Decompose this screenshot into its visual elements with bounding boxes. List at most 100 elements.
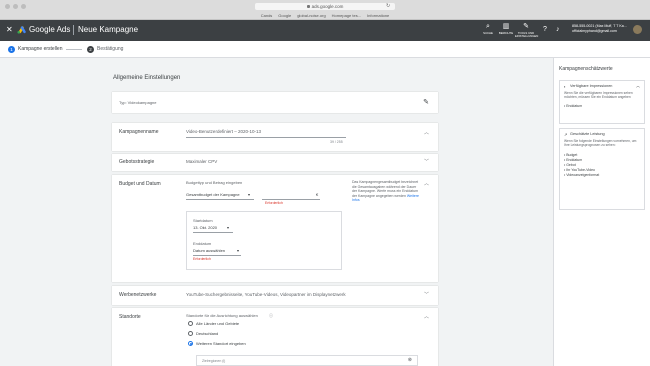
reload-icon[interactable]: ↻: [386, 3, 390, 10]
address-bar-url: ads.google.com: [311, 4, 344, 9]
start-date-dropdown-icon[interactable]: ▾: [227, 225, 229, 230]
end-date-select[interactable]: Datum auswählen: [193, 248, 225, 253]
lock-icon: [306, 5, 310, 9]
location-search-input[interactable]: Zielregionen (i): [202, 359, 225, 363]
zoom-window-dot[interactable]: [21, 4, 26, 9]
budget-type-select[interactable]: Gesamtbudget der Kampagne: [186, 192, 240, 197]
end-date-label: Enddatum: [193, 241, 212, 246]
bidding-card[interactable]: Gebotsstrategie Maximaler CPV ﹀: [112, 154, 438, 171]
impressions-bullet-text: Enddatum: [566, 103, 583, 108]
radio-germany-label[interactable]: Deutschland: [196, 331, 218, 336]
bookmark-item[interactable]: global-noise.org: [297, 12, 325, 19]
campaign-name-input[interactable]: Video-Benutzerdefiniert – 2020-10-13: [186, 129, 261, 134]
campaign-estimates-panel: Kampagnenschätzwerte ▪ Verfügbare Impres…: [553, 58, 650, 366]
budget-info-text: Das Kampagnengesamtbudget bezeichnet die…: [352, 180, 422, 203]
networks-label: Werbenetzwerke: [119, 292, 157, 298]
section-title: Allgemeine Einstellungen: [113, 75, 181, 81]
impressions-body: Wenn Sie die verfügbaren Impressionen se…: [564, 91, 642, 109]
address-bar[interactable]: ads.google.com: [255, 3, 395, 10]
search-button[interactable]: ⌕ SUCHE: [479, 23, 497, 35]
help-icon[interactable]: ?: [543, 25, 547, 34]
bidding-value: Maximaler CPV: [186, 159, 218, 164]
start-date-select[interactable]: 13. Okt. 2020: [193, 225, 217, 230]
step-2-indicator: 2: [87, 46, 94, 53]
step-2-label[interactable]: Bestätigung: [97, 46, 123, 53]
google-ads-logo: [17, 26, 26, 34]
radio-all-countries-label[interactable]: Alle Länder und Gebiete: [196, 321, 239, 326]
locations-label: Standorte: [119, 314, 141, 320]
radio-all-countries[interactable]: [188, 321, 193, 326]
date-box: Startdatum 13. Okt. 2020 ▾ Enddatum Datu…: [186, 211, 342, 270]
main-content: Allgemeine Einstellungen Typ: Videokampa…: [0, 58, 553, 366]
bookmark-item[interactable]: Google: [278, 12, 291, 19]
end-date-dropdown-icon[interactable]: ▾: [237, 248, 239, 253]
networks-value: YouTube-Suchergebnisseite, YouTube-Video…: [186, 292, 346, 297]
budget-hint: Budgettyp und Betrag eingeben: [186, 180, 243, 185]
chevron-up-icon[interactable]: ︿: [424, 180, 429, 187]
step-connector: [66, 49, 82, 50]
location-search-box[interactable]: Zielregionen (i) ⊗: [196, 355, 418, 366]
performance-bullet-text: Enddatum: [566, 157, 583, 162]
end-date-underline: [193, 255, 241, 256]
campaign-type-label: Typ: Videokampagne: [119, 100, 157, 105]
locations-card: Standorte Standorte für die Ausrichtung …: [112, 308, 438, 366]
budget-amount-input[interactable]: €: [316, 192, 318, 197]
start-date-underline: [193, 232, 233, 233]
chevron-down-icon[interactable]: ﹀: [424, 158, 429, 165]
page-title: Neue Kampagne: [78, 25, 139, 34]
performance-text: Wenn Sie folgende Einstellungen vornehme…: [564, 139, 637, 148]
header-divider: [73, 25, 74, 35]
account-email: officialmyphand@gmail.com: [572, 29, 617, 33]
bookmark-item[interactable]: Homepage tes...: [332, 12, 361, 19]
tools-button-label: TOOLS UND EINSTELLUNGEN: [515, 31, 539, 38]
clear-icon[interactable]: ⊗: [408, 357, 412, 363]
performance-bullets: • Budget • Enddatum • Gebot • Ihr YouTub…: [564, 153, 642, 178]
campaign-name-label: Kampagnenname: [119, 129, 159, 135]
account-info[interactable]: 858-555-0021 (Max Muff, T T Ka... offici…: [572, 24, 627, 34]
budget-date-card: Budget und Datum Budgettyp und Betrag ei…: [112, 175, 438, 282]
performance-title: Geschätzte Leistung: [570, 132, 605, 136]
performance-body: Wenn Sie folgende Einstellungen vornehme…: [564, 139, 642, 178]
chevron-down-icon[interactable]: ﹀: [424, 291, 429, 298]
step-1-indicator: 1: [8, 46, 15, 53]
bookmark-item[interactable]: Cands: [261, 12, 273, 19]
locations-hint: Standorte für die Ausrichtung auswählen: [186, 313, 258, 318]
minimize-window-dot[interactable]: [13, 4, 18, 9]
app-header: ✕ Google Ads Neue Kampagne ⌕ SUCHE ▥ BER…: [0, 20, 650, 41]
edit-pencil-icon[interactable]: ✎: [423, 98, 429, 106]
notification-bell-icon[interactable]: ♪: [556, 25, 560, 34]
performance-bullet-text: Ihr YouTube-Video: [566, 167, 596, 172]
radio-other-location[interactable]: [188, 341, 193, 346]
avatar[interactable]: [633, 25, 642, 34]
step-1-label[interactable]: Kampagne erstellen: [18, 46, 62, 53]
bookmark-item[interactable]: Informatione: [367, 12, 389, 19]
end-date-error: Erforderlich: [193, 257, 211, 261]
reports-button[interactable]: ▥ BERICHTE: [497, 23, 515, 35]
report-icon: ▥: [502, 23, 510, 30]
info-icon[interactable]: ⓘ: [269, 313, 273, 319]
chevron-up-icon[interactable]: ︿: [424, 313, 429, 320]
campaign-name-counter: 39 / 255: [330, 140, 343, 144]
window-controls: [5, 4, 26, 9]
campaign-type-card[interactable]: Typ: Videokampagne ✎: [112, 92, 438, 113]
tools-button[interactable]: ✎ TOOLS UND EINSTELLUNGEN: [515, 23, 539, 38]
chevron-up-icon[interactable]: ︿: [424, 129, 429, 136]
radio-germany[interactable]: [188, 331, 193, 336]
budget-type-dropdown-icon[interactable]: ▾: [248, 192, 250, 197]
budget-amount-underline: [262, 199, 320, 200]
budget-label: Budget und Datum: [119, 181, 161, 187]
performance-bullet-text: Budget: [566, 152, 578, 157]
radio-other-location-label[interactable]: Weiteren Standort eingeben: [196, 341, 246, 346]
budget-error: Erforderlich: [265, 201, 283, 205]
campaign-name-card: Kampagnenname Video-Benutzerdefiniert – …: [112, 123, 438, 151]
close-icon[interactable]: ✕: [6, 25, 13, 35]
brand-name: Google Ads: [29, 25, 71, 34]
search-button-label: SUCHE: [483, 31, 493, 35]
networks-card[interactable]: Werbenetzwerke YouTube-Suchergebnisseite…: [112, 286, 438, 305]
campaign-name-underline: [186, 137, 346, 138]
close-window-dot[interactable]: [5, 4, 10, 9]
budget-type-underline: [186, 199, 254, 200]
browser-chrome: ads.google.com ↻ Cands Google global-noi…: [0, 0, 650, 20]
chevron-up-icon[interactable]: ︿: [636, 83, 640, 89]
start-date-label: Startdatum: [193, 218, 213, 223]
